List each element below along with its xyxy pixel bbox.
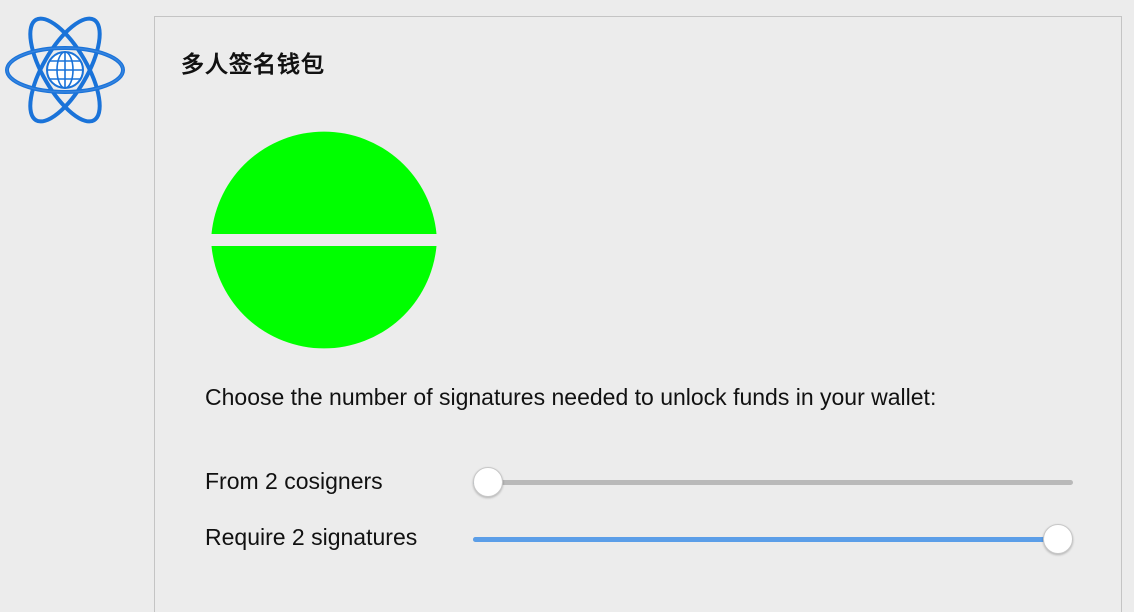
wizard-window: 多人签名钱包 Choose the number of signatures n… (0, 0, 1134, 612)
cosigners-slider-track[interactable] (473, 480, 1073, 485)
signatures-slider[interactable] (473, 524, 1073, 554)
cosigners-slider-handle[interactable] (473, 467, 503, 497)
cosigners-label: From 2 cosigners (205, 468, 383, 494)
instruction-text: Choose the number of signatures needed t… (205, 384, 937, 410)
cosigners-slider[interactable] (473, 467, 1073, 497)
signatures-slider-handle[interactable] (1043, 524, 1073, 554)
pie-segment-bottom (211, 246, 437, 349)
signatures-label: Require 2 signatures (205, 524, 418, 550)
page-title: 多人签名钱包 (181, 52, 325, 78)
pie-segment-top (211, 131, 437, 234)
wizard-panel: 多人签名钱包 Choose the number of signatures n… (154, 16, 1122, 612)
signatures-slider-fill (473, 537, 1058, 542)
electrum-atom-logo-icon (5, 16, 125, 124)
multisig-pie-icon (211, 131, 437, 349)
